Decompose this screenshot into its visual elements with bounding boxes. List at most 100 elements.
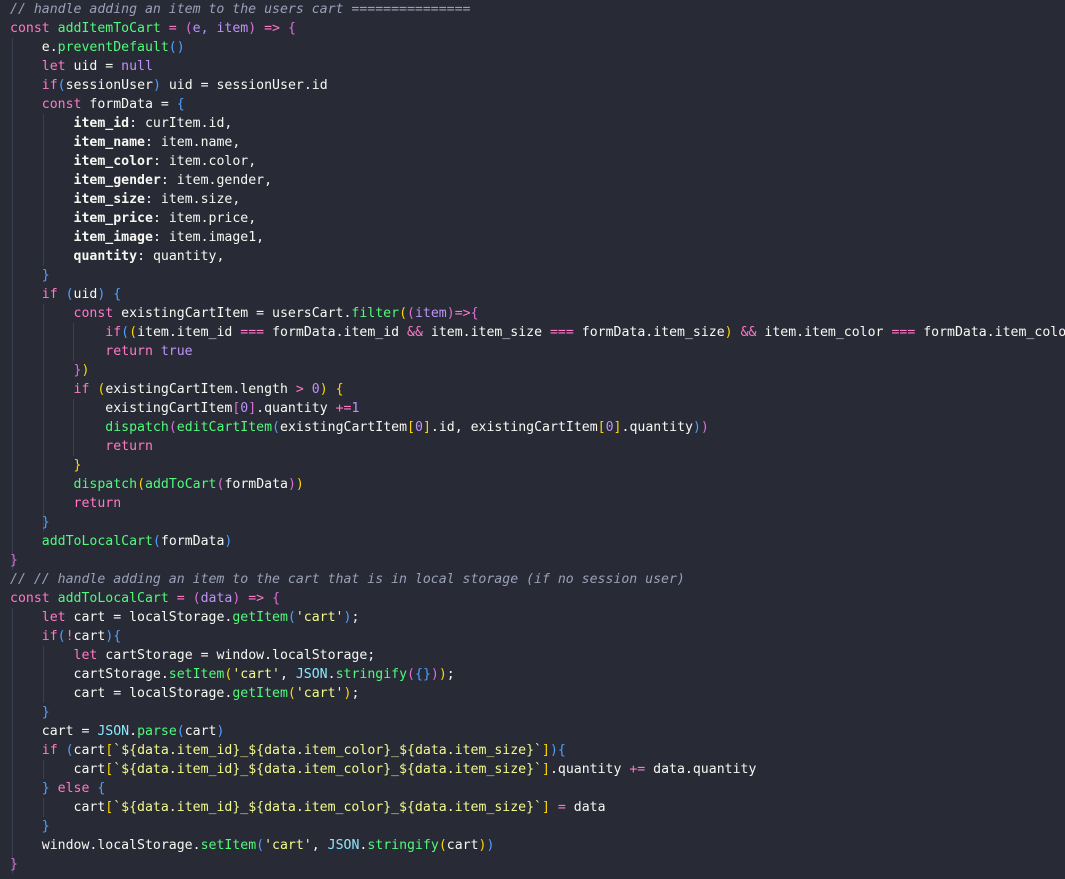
code-line: quantity: quantity, xyxy=(0,247,225,266)
code-token: JSON xyxy=(97,724,130,739)
code-line: dispatch(addToCart(formData)) xyxy=(0,475,304,494)
code-token: { xyxy=(335,382,344,397)
code-token: } xyxy=(41,819,50,834)
code-line: const addItemToCart = (e, item) => { xyxy=(0,19,296,38)
code-token: e, item xyxy=(192,21,249,36)
code-token: ] xyxy=(248,401,257,416)
code-token: if xyxy=(105,325,122,340)
code-token: , xyxy=(279,667,296,682)
code-token: { xyxy=(113,287,122,302)
code-token: item_price xyxy=(73,211,153,226)
code-line: item_id: curItem.id, xyxy=(0,114,233,133)
code-token: 0 xyxy=(415,420,423,435)
code-line: if (cart[`${data.item_id}_${data.item_co… xyxy=(0,741,566,760)
code-token: filter xyxy=(351,306,400,321)
code-line: cart = localStorage.getItem('cart'); xyxy=(0,684,360,703)
code-token: let xyxy=(41,59,74,74)
code-line: cart = JSON.parse(cart) xyxy=(0,722,225,741)
code-token: uid = xyxy=(73,59,122,74)
code-token: ( xyxy=(152,534,161,549)
code-line: dispatch(editCartItem(existingCartItem[0… xyxy=(0,418,709,437)
code-token: const xyxy=(10,591,58,606)
code-token: setItem xyxy=(200,838,257,853)
code-token: existingCartItem xyxy=(10,401,233,416)
code-token: ( xyxy=(184,21,193,36)
code-token: ; xyxy=(351,686,360,701)
code-token: `${data.item_id}_${data.item_color}_${da… xyxy=(113,800,542,815)
code-token: getItem xyxy=(232,610,288,625)
code-token: ) xyxy=(486,838,495,853)
code-line: window.localStorage.setItem('cart', JSON… xyxy=(0,836,495,855)
code-line: } xyxy=(0,855,18,874)
code-token: { xyxy=(287,21,296,36)
code-token: getItem xyxy=(232,686,288,701)
code-token: parse xyxy=(137,724,177,739)
code-token: cartStorage = window.localStorage; xyxy=(105,648,376,663)
code-line: const formData = { xyxy=(0,95,185,114)
code-token: JSON xyxy=(327,838,360,853)
code-token: // handle adding an item to the users ca… xyxy=(10,2,471,17)
code-line: } xyxy=(0,551,18,570)
code-token: stringify xyxy=(335,667,408,682)
code-token: ( xyxy=(399,306,408,321)
code-token: uid xyxy=(73,287,98,302)
code-token: . xyxy=(327,667,336,682)
code-token: data.quantity xyxy=(645,762,757,777)
code-token: { xyxy=(470,306,479,321)
code-token: : quantity, xyxy=(137,249,225,264)
code-token: let xyxy=(73,648,106,663)
code-token: formData = xyxy=(89,97,177,112)
code-token: uid = sessionUser.id xyxy=(160,78,328,93)
code-line: return true xyxy=(0,342,192,361)
code-token: return xyxy=(105,439,153,454)
code-token: = xyxy=(557,800,566,815)
code-token: ) xyxy=(446,306,455,321)
code-token: ) xyxy=(724,325,733,340)
code-token: } xyxy=(41,268,50,283)
code-editor[interactable]: // handle adding an item to the users ca… xyxy=(0,0,1065,879)
code-token: formData xyxy=(224,477,288,492)
code-token: , xyxy=(311,838,328,853)
code-line: const existingCartItem = usersCart.filte… xyxy=(0,304,479,323)
code-token: 'cart' xyxy=(295,610,344,625)
code-line: cart[`${data.item_id}_${data.item_color}… xyxy=(0,760,757,779)
code-token: ( xyxy=(65,287,74,302)
code-line: let cart = localStorage.getItem('cart'); xyxy=(0,608,360,627)
code-line: item_name: item.name, xyxy=(0,133,241,152)
code-token: ( xyxy=(176,724,185,739)
code-token: { xyxy=(272,591,281,606)
code-token: const xyxy=(73,306,122,321)
code-token: preventDefault xyxy=(57,40,169,55)
code-token: ) xyxy=(248,21,257,36)
code-token: ( xyxy=(57,78,66,93)
code-token: .quantity xyxy=(621,420,693,435)
code-line: if(!cart){ xyxy=(0,627,121,646)
code-token: ) xyxy=(216,724,225,739)
code-token: { xyxy=(176,97,185,112)
code-token: if xyxy=(41,287,66,302)
code-token: ( xyxy=(129,325,138,340)
code-token: dispatch xyxy=(73,477,138,492)
code-token: let xyxy=(41,610,74,625)
code-token: cart = localStorage. xyxy=(10,686,233,701)
code-line: } xyxy=(0,513,50,532)
code-token: .id, existingCartItem xyxy=(430,420,598,435)
code-line: item_size: item.size, xyxy=(0,190,241,209)
